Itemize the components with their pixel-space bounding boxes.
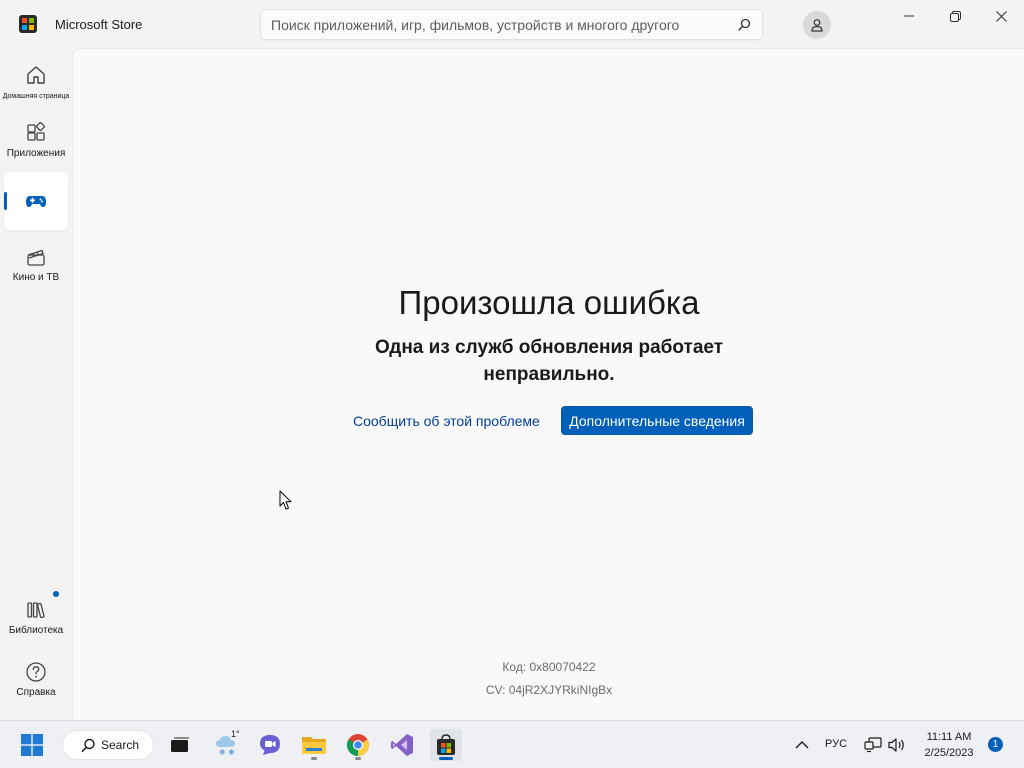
teams-chat-button[interactable] xyxy=(254,729,286,761)
error-title: Произошла ошибка xyxy=(398,284,700,321)
title-bar: Microsoft Store xyxy=(0,0,1024,48)
search-icon[interactable] xyxy=(736,17,752,33)
input-language[interactable]: РУС xyxy=(825,738,847,750)
folder-icon xyxy=(302,737,326,754)
chrome-button[interactable] xyxy=(342,729,374,761)
notification-count-badge[interactable]: 1 xyxy=(988,737,1003,752)
library-icon xyxy=(27,602,45,619)
search-icon xyxy=(81,738,95,752)
more-details-button[interactable]: Дополнительные сведения xyxy=(561,406,753,435)
chevron-up-icon xyxy=(795,741,809,749)
app-title: Microsoft Store xyxy=(55,17,143,32)
store-logo-icon xyxy=(19,15,37,33)
windows-logo-icon xyxy=(21,734,43,756)
clock-time: 11:11 AM xyxy=(926,731,972,743)
chat-icon xyxy=(260,735,280,755)
visual-studio-button[interactable] xyxy=(386,729,418,761)
clock-date: 2/25/2023 xyxy=(924,747,974,759)
sidebar: Домашняя страница Приложения Кино и ТВ Б… xyxy=(0,48,72,720)
help-icon xyxy=(26,662,46,682)
sidebar-item-home[interactable]: Домашняя страница xyxy=(2,56,70,114)
file-explorer-button[interactable] xyxy=(298,729,330,761)
correlation-vector: CV: 04jR2XJYRkiNIgBx xyxy=(485,683,613,697)
task-view-button[interactable] xyxy=(164,729,196,761)
account-avatar[interactable] xyxy=(803,11,831,39)
sidebar-item-help[interactable]: Справка xyxy=(4,653,68,711)
running-indicator xyxy=(311,757,317,760)
volume-icon xyxy=(888,738,904,752)
microsoft-store-button[interactable] xyxy=(430,729,462,761)
sidebar-item-apps[interactable]: Приложения xyxy=(4,114,68,172)
search-box[interactable] xyxy=(260,9,763,40)
network-icon xyxy=(864,737,882,753)
restore-icon xyxy=(949,10,961,22)
weather-temperature: 1° xyxy=(231,729,240,739)
sidebar-item-library[interactable]: Библиотека xyxy=(4,591,68,649)
start-button[interactable] xyxy=(16,729,48,761)
store-icon xyxy=(437,734,455,755)
visual-studio-icon xyxy=(391,734,413,756)
error-page: Произошла ошибка Одна из служб обновлени… xyxy=(72,48,1024,720)
report-problem-link[interactable]: Сообщить об этой проблеме xyxy=(353,407,540,435)
running-indicator xyxy=(355,757,361,760)
update-badge xyxy=(53,591,59,597)
task-view-icon xyxy=(171,737,189,752)
chrome-icon xyxy=(347,734,369,756)
mouse-cursor-icon xyxy=(279,490,292,510)
home-icon xyxy=(27,66,45,84)
sidebar-item-label: Домашняя страница xyxy=(2,93,70,100)
taskbar-search[interactable]: Search xyxy=(62,730,154,760)
close-icon xyxy=(995,10,1007,22)
error-message: Одна из служб обновления работает неправ… xyxy=(374,337,724,385)
gamepad-icon xyxy=(26,196,46,207)
sidebar-item-movies[interactable]: Кино и ТВ xyxy=(4,238,68,296)
show-hidden-icons-button[interactable] xyxy=(786,729,818,761)
active-indicator xyxy=(4,192,7,210)
clock[interactable]: 11:11 AM 2/25/2023 xyxy=(912,729,986,761)
network-volume-tray[interactable] xyxy=(860,729,910,761)
svg-text:❄ ❄: ❄ ❄ xyxy=(219,748,235,756)
taskbar-search-label: Search xyxy=(101,738,140,752)
user-icon xyxy=(811,19,823,32)
taskbar: Search ❄ ❄ 1° РУС 11:11 AM 2/25/2023 1 xyxy=(0,720,1024,768)
error-code: Код: 0x80070422 xyxy=(502,660,596,674)
close-button[interactable] xyxy=(978,0,1024,32)
restore-button[interactable] xyxy=(932,0,978,32)
active-app-indicator xyxy=(439,757,453,760)
minimize-button[interactable] xyxy=(886,0,932,32)
search-input[interactable] xyxy=(271,10,731,39)
minimize-icon xyxy=(904,15,914,17)
sidebar-item-label: Приложения xyxy=(6,148,66,159)
sidebar-item-label: Кино и ТВ xyxy=(12,272,60,283)
film-icon xyxy=(27,249,45,266)
sidebar-item-label: Справка xyxy=(16,687,56,698)
sidebar-item-gaming[interactable] xyxy=(4,172,68,230)
sidebar-item-label: Библиотека xyxy=(8,625,64,636)
apps-icon xyxy=(27,122,45,141)
